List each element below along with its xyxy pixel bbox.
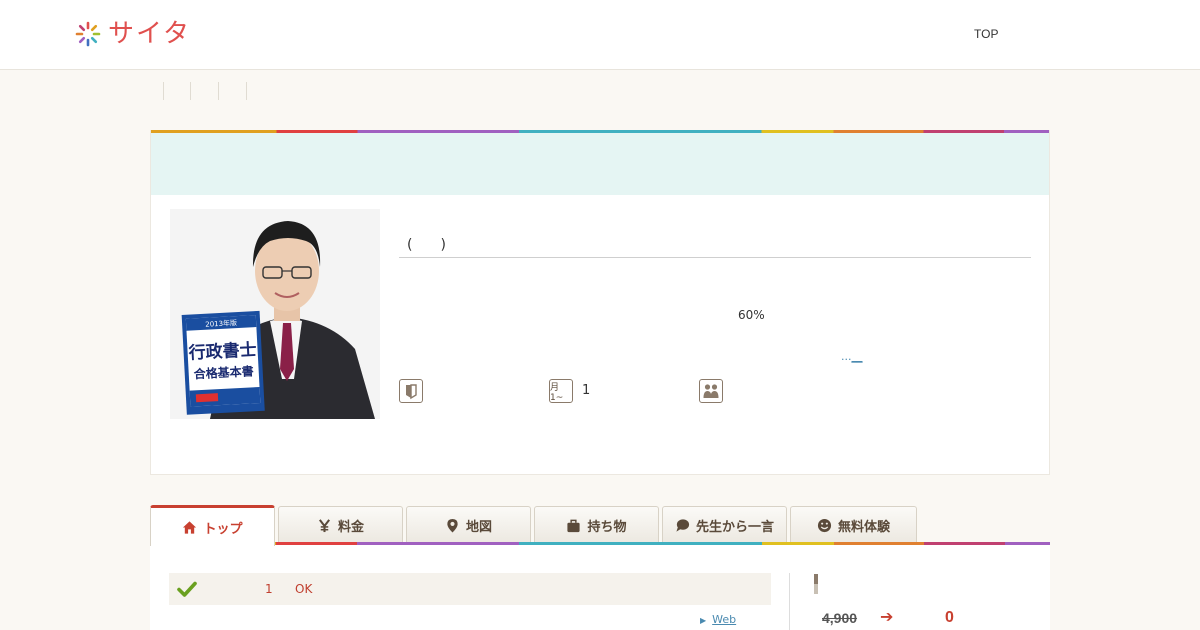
smile-icon: [817, 518, 832, 533]
teacher-name-row: ( ): [399, 230, 1031, 258]
breadcrumb-separator: [163, 82, 164, 100]
tab-top[interactable]: トップ: [150, 505, 275, 546]
feature-count: 1: [265, 582, 273, 596]
read-more-dots: ...: [841, 350, 852, 363]
web-link-text: Web: [712, 613, 737, 626]
site-logo[interactable]: サイタ: [74, 18, 191, 50]
rating-percent: 60%: [738, 308, 765, 322]
calendar-icon-label: 月1~: [550, 382, 564, 403]
price-arrow-icon: ➔: [880, 607, 894, 626]
logo-sparkle-icon: [75, 21, 101, 47]
profile-banner: [151, 133, 1049, 195]
book-year-text: 2013年版: [205, 318, 237, 329]
book-title-line1: 行政書士: [187, 339, 257, 364]
feature-ok-text: OK: [295, 582, 313, 596]
tab-belongings-label: 持ち物: [587, 520, 627, 535]
breadcrumb-separator: [218, 82, 219, 100]
teacher-photo: 2013年版 行政書士 合格基本書: [170, 209, 380, 419]
tab-price[interactable]: 料金: [278, 506, 403, 544]
breadcrumb-separator: [246, 82, 247, 100]
nav-top-link[interactable]: TOP: [974, 27, 998, 41]
breadcrumb: [163, 82, 263, 100]
bag-icon: [567, 519, 581, 533]
tab-belongings[interactable]: 持ち物: [534, 506, 659, 544]
yen-icon: [318, 519, 330, 533]
site-header: サイタ TOP: [0, 0, 1200, 70]
beginner-mark-icon: [399, 379, 423, 403]
book-title-line2: 合格基本書: [193, 363, 254, 381]
teacher-name: ( ): [407, 237, 446, 253]
tab-top-label: トップ: [203, 521, 243, 537]
tab-map[interactable]: 地図: [406, 506, 531, 544]
original-price: 4,900: [822, 610, 858, 626]
people-icon: [699, 379, 723, 403]
tab-free-trial[interactable]: 無料体験: [790, 506, 917, 544]
logo-text: サイタ: [108, 19, 191, 49]
tab-teacher-message-label: 先生から一言: [695, 520, 774, 535]
tab-map-label: 地図: [465, 520, 492, 535]
map-pin-icon: [447, 518, 458, 533]
price-section-marker: [814, 574, 818, 594]
read-more-link[interactable]: ...__: [841, 350, 863, 363]
tab-content-top: 1 OK ▶ Web 4,900 ➔ 0: [150, 545, 1050, 630]
tab-free-trial-label: 無料体験: [837, 520, 890, 535]
tab-price-label: 料金: [337, 520, 364, 535]
teacher-profile-card: 2013年版 行政書士 合格基本書 ( ) 60% ...__ 月1~ 1: [150, 130, 1050, 475]
content-divider: [789, 573, 790, 630]
home-icon: [183, 520, 197, 534]
trial-price: 0: [945, 609, 954, 626]
tab-teacher-message[interactable]: 先生から一言: [662, 506, 787, 544]
feature-highlight-box: 1 OK: [169, 573, 771, 605]
web-lesson-link[interactable]: ▶ Web: [700, 613, 770, 626]
speech-bubble-icon: [676, 519, 690, 532]
checkmark-icon: [177, 581, 197, 597]
calendar-icon: 月1~: [549, 379, 573, 403]
link-arrow-icon: ▶: [700, 616, 707, 625]
profile-tabs: トップ 料金 地図 持ち物 先生から一言 無料体験: [150, 505, 1050, 546]
lesson-frequency-value: 1: [582, 383, 591, 398]
breadcrumb-separator: [190, 82, 191, 100]
read-more-text: __: [851, 350, 863, 363]
